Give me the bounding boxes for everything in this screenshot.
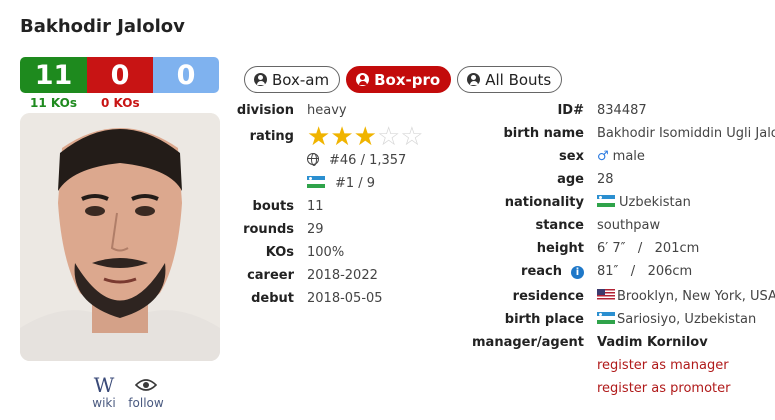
manager-label: manager/agent [472,335,584,350]
tab-label: Box-pro [374,70,441,89]
losses-kos: 0 KOs [101,96,140,110]
age-value: 28 [597,172,614,187]
stance-label: stance [535,218,584,233]
wiki-link[interactable]: W wiki [90,375,118,410]
rounds-label: rounds [243,222,294,237]
sex-label: sex [559,149,584,164]
info-icon[interactable]: i [571,266,584,279]
tab-box-am[interactable]: Box-am [244,66,341,93]
reach-label: reach [521,264,562,279]
uzbekistan-flag-icon [307,176,325,188]
sex-value: male [612,149,645,164]
world-rank: #46 / 1,357 [329,153,407,168]
uzbekistan-flag-icon [597,195,615,207]
wikipedia-icon: W [93,373,115,397]
star-outline-icon: ☆ [400,122,424,152]
user-icon [356,73,370,86]
tab-label: Box-am [272,70,330,89]
kos-label: KOs [265,245,294,260]
birth-place-label: birth place [504,312,584,327]
star-icon: ★ [353,122,377,152]
uzbekistan-flag-icon [597,312,615,324]
height-value: 6′ 7″ / 201cm [597,241,700,256]
manager-value[interactable]: Vadim Kornilov [597,334,708,352]
bouts-value: 11 [307,199,324,214]
star-icon: ★ [307,122,331,152]
star-outline-icon: ☆ [376,122,401,152]
user-icon [254,73,267,86]
rating-label: rating [249,129,294,144]
kos-value: 100% [307,245,345,260]
register-manager-link[interactable]: register as manager [597,357,729,375]
follow-link[interactable]: follow [126,375,166,410]
nationality-label: nationality [504,195,584,210]
birth-name-label: birth name [503,126,584,141]
debut-label: debut [251,291,294,306]
id-label: ID# [557,103,584,118]
boxer-name: Bakhodir Jalolov [20,16,185,37]
residence-value: Brooklyn, New York, USA [617,289,775,304]
tab-label: All Bouts [485,70,552,89]
losses-count: 0 [87,57,153,93]
birth-name-value: Bakhodir Isomiddin Ugli Jalo [597,126,775,141]
age-label: age [557,172,584,187]
bout-type-tabs: Box-am Box-pro All Bouts [244,66,563,93]
career-label: career [247,268,294,283]
star-icon: ★ [330,122,354,152]
wins-count: 11 [20,57,87,93]
user-icon [467,73,481,86]
nationality-value: Uzbekistan [619,195,691,210]
id-value: 834487 [597,103,647,118]
residence-label: residence [512,289,584,304]
division-value: heavy [307,103,347,118]
boxer-photo [20,113,220,361]
male-icon: ♂ [597,149,609,164]
height-label: height [536,241,584,256]
bouts-label: bouts [252,199,294,214]
division-label: division [236,103,294,118]
birth-place-value: Sariosiyo, Uzbekistan [617,312,757,327]
rating-stars: ★ ★ ★ ☆ ☆ [307,124,424,150]
eye-icon [126,375,166,395]
draws-count: 0 [153,57,219,93]
debut-value: 2018-05-05 [307,291,383,306]
register-promoter-link[interactable]: register as promoter [597,380,730,398]
globe-icon [307,153,319,166]
wins-kos: 11 KOs [30,96,77,110]
usa-flag-icon [597,289,615,301]
stance-value: southpaw [597,218,661,233]
country-rank: #1 / 9 [335,176,376,191]
follow-label: follow [128,396,164,410]
reach-value: 81″ / 206cm [597,264,693,279]
tab-box-pro[interactable]: Box-pro [346,66,452,93]
rounds-value: 29 [307,222,324,237]
wiki-label: wiki [92,396,116,410]
career-value: 2018-2022 [307,268,378,283]
tab-all-bouts[interactable]: All Bouts [457,66,563,93]
record-summary: 11 0 0 [20,57,219,93]
